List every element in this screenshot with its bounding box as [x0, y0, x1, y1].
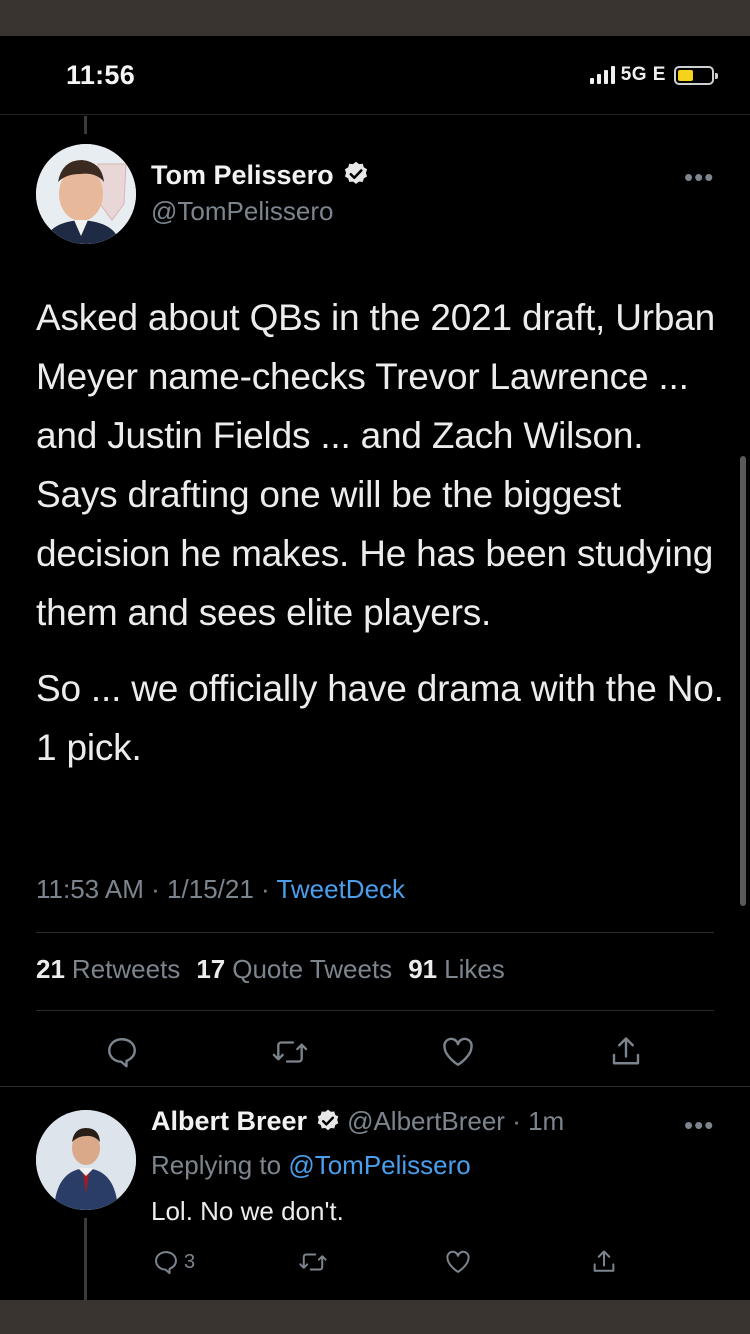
tweet-source-link[interactable]: TweetDeck [276, 874, 405, 904]
retweet-button[interactable] [270, 1032, 310, 1072]
retweet-icon [272, 1041, 308, 1063]
tweet-paragraph-2: So ... we officially have drama with the… [36, 668, 724, 768]
author-name-text: Tom Pelissero [151, 160, 334, 190]
scrollbar[interactable] [740, 456, 746, 906]
reply-button[interactable] [102, 1032, 142, 1072]
battery-icon [674, 65, 718, 85]
tweet-stats: 21 Retweets 17 Quote Tweets 91 Likes [36, 954, 505, 985]
verified-icon [317, 1109, 339, 1131]
reply-retweet-button[interactable] [298, 1244, 328, 1280]
twitter-screen: 11:56 5G E Tom Pelissero @TomPelissero •… [0, 36, 750, 1300]
reply-reply-button[interactable]: 3 [152, 1244, 195, 1280]
divider [36, 1010, 714, 1011]
bottom-frame [0, 1300, 750, 1334]
reply-actions: 3 [0, 1244, 750, 1280]
reply-author-avatar[interactable] [36, 1110, 136, 1210]
reply-author-name: Albert Breer [151, 1106, 308, 1136]
tweet-meta: 11:53 AM · 1/15/21 · TweetDeck [36, 874, 406, 904]
reply-author-handle: @AlbertBreer [347, 1106, 505, 1136]
reply-count: 3 [184, 1250, 196, 1273]
quotes-count: 17 [196, 954, 226, 984]
author-handle[interactable]: @TomPelissero [151, 196, 333, 227]
replying-to-link[interactable]: @TomPelissero [288, 1150, 470, 1180]
reply-icon [155, 1251, 177, 1275]
tweet-actions [0, 1032, 750, 1072]
reply-share-button[interactable] [590, 1244, 618, 1280]
reply-age: 1m [528, 1106, 565, 1136]
divider [36, 932, 714, 933]
reply-author[interactable]: Albert Breer @AlbertBreer · 1m [151, 1106, 564, 1137]
thread-line [84, 116, 87, 134]
retweets-label: Retweets [71, 954, 181, 984]
retweet-icon [299, 1253, 327, 1271]
quotes-stat[interactable]: 17 Quote Tweets [196, 954, 392, 985]
like-icon [446, 1250, 470, 1273]
quotes-label: Quote Tweets [232, 954, 393, 984]
tweet-paragraph-1: Asked about QBs in the 2021 draft, Urban… [36, 297, 715, 633]
reply-like-button[interactable] [444, 1244, 472, 1280]
verified-icon [344, 161, 367, 184]
retweets-stat[interactable]: 21 Retweets [36, 954, 180, 985]
likes-label: Likes [444, 954, 505, 984]
tweet-body: Asked about QBs in the 2021 draft, Urban… [36, 288, 726, 777]
reply-icon [108, 1038, 136, 1068]
author-name[interactable]: Tom Pelissero [151, 160, 370, 191]
share-icon [612, 1037, 640, 1065]
reply-body: Lol. No we don't. [151, 1196, 344, 1226]
section-divider [0, 1086, 750, 1087]
likes-count: 91 [408, 954, 438, 984]
replying-to: Replying to @TomPelissero [151, 1150, 471, 1181]
header-divider [0, 114, 750, 115]
share-button[interactable] [606, 1032, 646, 1072]
tweet-time: 11:53 AM [36, 874, 144, 904]
network-type: 5G E [620, 64, 666, 85]
like-button[interactable] [438, 1032, 478, 1072]
author-avatar[interactable] [36, 144, 136, 244]
signal-icon [589, 66, 615, 84]
tweet-date: 1/15/21 [167, 874, 254, 904]
status-indicators: 5G E [589, 64, 718, 86]
retweets-count: 21 [36, 954, 65, 984]
share-icon [593, 1250, 615, 1272]
likes-stat[interactable]: 91 Likes [408, 954, 505, 985]
more-icon[interactable]: ••• [684, 162, 714, 193]
status-time: 11:56 [66, 60, 136, 90]
replying-prefix: Replying to [151, 1150, 282, 1180]
like-icon [443, 1037, 473, 1066]
reply-more-icon[interactable]: ••• [684, 1110, 714, 1141]
